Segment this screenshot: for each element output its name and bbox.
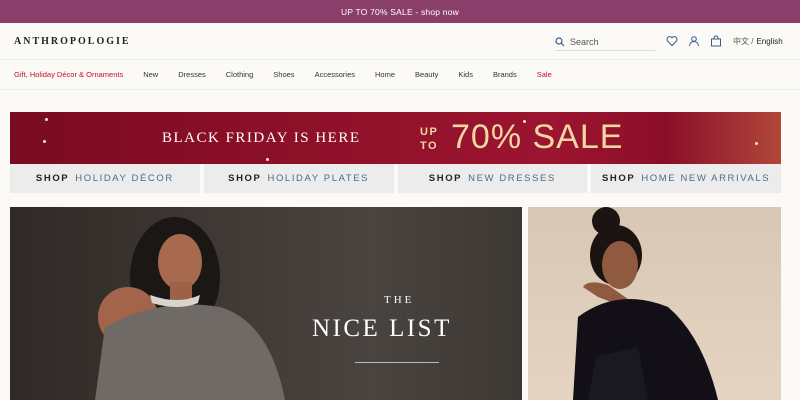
- bag-icon[interactable]: [710, 35, 722, 47]
- nav-item-sale[interactable]: Sale: [537, 70, 552, 79]
- shop-category: NEW DRESSES: [468, 173, 556, 184]
- shop-holiday-plates-button[interactable]: SHOP HOLIDAY PLATES: [203, 164, 394, 193]
- nav-item-shoes[interactable]: Shoes: [273, 70, 294, 79]
- promo-bar[interactable]: UP TO 70% SALE - shop now: [0, 0, 800, 23]
- hero-sale: 70% SALE: [451, 118, 624, 156]
- shop-category: HOLIDAY PLATES: [267, 173, 370, 184]
- nav-item-home[interactable]: Home: [375, 70, 395, 79]
- nav-item-new[interactable]: New: [143, 70, 158, 79]
- account-icon[interactable]: [688, 35, 700, 47]
- site-logo[interactable]: ANTHROPOLOGIE: [14, 36, 131, 47]
- sparkle-dot: [43, 140, 46, 143]
- shop-category: HOLIDAY DÉCOR: [75, 173, 174, 184]
- nav-item-gift[interactable]: Gift, Holiday Décor & Ornaments: [14, 70, 123, 79]
- nav-item-clothing[interactable]: Clothing: [226, 70, 254, 79]
- nav-item-accessories[interactable]: Accessories: [315, 70, 355, 79]
- shop-label: SHOP: [428, 173, 463, 184]
- promo-text[interactable]: UP TO 70% SALE - shop now: [341, 7, 459, 17]
- sparkle-dot: [755, 142, 758, 145]
- shop-label: SHOP: [228, 173, 262, 184]
- shop-buttons: SHOP HOLIDAY DÉCOR SHOP HOLIDAY PLATES SHO…: [10, 164, 781, 193]
- lang-en[interactable]: English: [756, 37, 782, 46]
- search-icon: [555, 36, 565, 46]
- nice-list-feature-image[interactable]: THE NICE LIST: [10, 207, 522, 400]
- feature-divider: [355, 362, 439, 363]
- black-friday-banner[interactable]: BLACK FRIDAY IS HERE UP TO 70% SALE: [10, 112, 781, 164]
- hero-upto-line1: UP: [420, 126, 439, 138]
- nav-item-brands[interactable]: Brands: [493, 70, 517, 79]
- model-photo: [95, 217, 285, 400]
- model-photo: [573, 207, 718, 400]
- hero-upto-line2: TO: [420, 140, 439, 152]
- sparkle-dot: [45, 118, 48, 121]
- search-input[interactable]: Search: [555, 33, 655, 51]
- hero-headline: BLACK FRIDAY IS HERE: [162, 130, 361, 146]
- nav-item-beauty[interactable]: Beauty: [415, 70, 438, 79]
- lang-zh[interactable]: 中文 /: [733, 37, 753, 46]
- feature-kicker: THE: [384, 294, 415, 306]
- nav-item-dresses[interactable]: Dresses: [178, 70, 206, 79]
- nav-item-kids[interactable]: Kids: [458, 70, 473, 79]
- shop-category: HOME NEW ARRIVALS: [641, 173, 771, 184]
- shop-label: SHOP: [602, 173, 636, 184]
- heart-icon[interactable]: [666, 35, 678, 47]
- site-header: ANTHROPOLOGIE Search 中文 / English: [0, 23, 800, 60]
- language-switcher[interactable]: 中文 / English: [733, 36, 783, 47]
- sequin-dress-feature-image[interactable]: [528, 207, 781, 400]
- sparkle-dot: [266, 158, 269, 161]
- feature-title: NICE LIST: [312, 315, 452, 342]
- search-placeholder: Search: [570, 36, 599, 47]
- shop-new-dresses-button[interactable]: SHOP NEW DRESSES: [397, 164, 588, 193]
- shop-holiday-decor-button[interactable]: SHOP HOLIDAY DÉCOR: [10, 164, 200, 193]
- shop-home-new-arrivals-button[interactable]: SHOP HOME NEW ARRIVALS: [591, 164, 781, 193]
- shop-label: SHOP: [35, 173, 70, 184]
- main-nav: Gift, Holiday Décor & Ornaments New Dres…: [0, 60, 800, 90]
- hero-upto: UP TO: [420, 125, 438, 153]
